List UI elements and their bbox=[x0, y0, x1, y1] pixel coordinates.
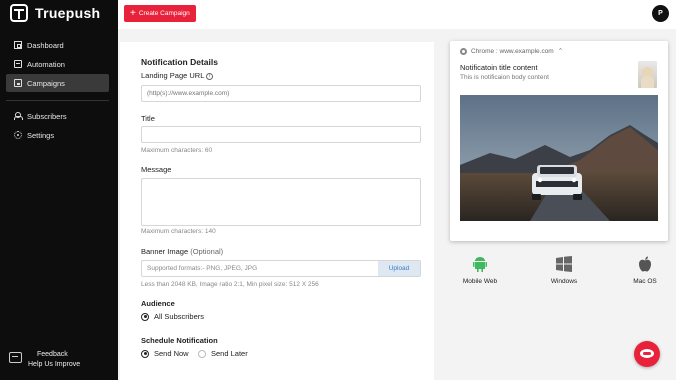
upload-button[interactable]: Upload bbox=[378, 261, 420, 276]
preview-title: Notificatoin title content bbox=[460, 63, 538, 72]
notification-preview: Chrome : www.example.com ⌃ Notificatoin … bbox=[450, 41, 668, 241]
sidebar-item-automation[interactable]: Automation bbox=[6, 55, 109, 73]
sidebar-divider bbox=[6, 100, 109, 101]
sidebar-item-campaigns[interactable]: Campaigns bbox=[6, 74, 109, 92]
create-campaign-label: Create Campaign bbox=[138, 10, 190, 17]
truepush-logo-icon bbox=[10, 4, 28, 22]
banner-placeholder: Supported formats:- PNG, JPEG, JPG bbox=[147, 265, 258, 272]
banner-upload-field[interactable]: Supported formats:- PNG, JPEG, JPG Uploa… bbox=[141, 260, 421, 277]
sidebar-nav: Dashboard Automation Campaigns Subscribe… bbox=[6, 36, 109, 145]
feedback-link[interactable]: Feedback Help Us Improve bbox=[9, 350, 80, 370]
title-hint: Maximum characters: 60 bbox=[141, 147, 213, 154]
send-now-option[interactable]: Send Now bbox=[141, 349, 189, 358]
send-later-option[interactable]: Send Later bbox=[198, 349, 248, 358]
message-textarea[interactable] bbox=[141, 178, 421, 226]
chrome-icon bbox=[460, 47, 467, 55]
sidebar-item-label: Automation bbox=[27, 59, 65, 69]
sidebar-item-label: Settings bbox=[27, 130, 55, 140]
app-logo[interactable]: Truepush bbox=[10, 4, 100, 22]
plus-icon: + bbox=[130, 7, 136, 19]
app-name: Truepush bbox=[35, 5, 101, 21]
sidebar-item-dashboard[interactable]: Dashboard bbox=[6, 36, 109, 54]
platform-selector: Mobile Web Windows Mac OS bbox=[450, 256, 668, 296]
chat-support-button[interactable] bbox=[634, 341, 660, 367]
subscribers-icon bbox=[14, 112, 23, 120]
title-label: Title bbox=[141, 114, 155, 123]
sidebar-item-label: Dashboard bbox=[27, 40, 64, 50]
chevron-up-icon[interactable]: ⌃ bbox=[558, 47, 563, 55]
automation-icon bbox=[14, 60, 22, 68]
radio-unselected-icon[interactable] bbox=[198, 349, 206, 358]
form-title: Notification Details bbox=[141, 57, 218, 67]
landing-url-label-text: Landing Page URL bbox=[141, 71, 205, 80]
preview-banner-image bbox=[460, 95, 658, 221]
landing-url-input[interactable] bbox=[141, 85, 421, 102]
schedule-label: Schedule Notification bbox=[141, 336, 218, 345]
banner-image-label: Banner Image (Optional) bbox=[141, 247, 223, 256]
landing-url-label: Landing Page URL i bbox=[141, 71, 214, 80]
radio-selected-icon[interactable] bbox=[141, 312, 149, 321]
platform-label: Windows bbox=[550, 278, 578, 285]
settings-icon bbox=[14, 131, 22, 139]
notification-form: Notification Details Landing Page URL i … bbox=[120, 42, 434, 380]
sidebar-item-label: Campaigns bbox=[27, 78, 65, 88]
windows-icon bbox=[534, 256, 594, 272]
platform-label: Mac OS bbox=[633, 278, 657, 285]
main-content: Notification Details Landing Page URL i … bbox=[118, 29, 676, 380]
android-icon bbox=[450, 256, 510, 272]
feedback-subtitle: Help Us Improve bbox=[28, 361, 81, 368]
preview-body: This is notificaion body content bbox=[460, 74, 549, 81]
feedback-icon bbox=[9, 352, 22, 363]
sidebar-item-settings[interactable]: Settings bbox=[6, 126, 109, 144]
banner-optional-text: (Optional) bbox=[190, 247, 224, 256]
message-label: Message bbox=[141, 165, 172, 174]
apple-icon bbox=[615, 256, 675, 272]
audience-all-option[interactable]: All Subscribers bbox=[141, 312, 204, 321]
feedback-title: Feedback bbox=[37, 351, 68, 358]
audience-label: Audience bbox=[141, 299, 175, 308]
banner-hint: Less than 2048 KB, Image ratio 2:1, Min … bbox=[141, 281, 319, 288]
title-input[interactable] bbox=[141, 126, 421, 143]
sidebar: Truepush Dashboard Automation Campaigns … bbox=[0, 0, 118, 380]
avatar[interactable]: P bbox=[652, 5, 669, 22]
create-campaign-button[interactable]: + Create Campaign bbox=[124, 5, 196, 22]
radio-selected-icon[interactable] bbox=[141, 349, 149, 358]
sidebar-item-label: Subscribers bbox=[27, 111, 67, 121]
message-hint: Maximum characters: 140 bbox=[141, 228, 216, 235]
send-now-label: Send Now bbox=[154, 349, 189, 358]
sidebar-item-subscribers[interactable]: Subscribers bbox=[6, 107, 109, 125]
platform-mac-os[interactable]: Mac OS bbox=[615, 256, 675, 285]
banner-image-label-text: Banner Image bbox=[141, 247, 189, 256]
audience-option-label: All Subscribers bbox=[154, 312, 205, 321]
platform-label: Mobile Web bbox=[462, 278, 498, 285]
preview-icon-image bbox=[638, 61, 657, 88]
top-bar: + Create Campaign P bbox=[118, 0, 676, 29]
dashboard-icon bbox=[14, 41, 22, 49]
send-later-label: Send Later bbox=[211, 349, 248, 358]
browser-origin: Chrome : www.example.com bbox=[471, 47, 554, 55]
platform-mobile-web[interactable]: Mobile Web bbox=[450, 256, 510, 285]
platform-windows[interactable]: Windows bbox=[534, 256, 594, 285]
info-icon[interactable]: i bbox=[206, 72, 214, 80]
campaigns-icon bbox=[14, 79, 22, 87]
browser-line: Chrome : www.example.com ⌃ bbox=[460, 47, 563, 55]
